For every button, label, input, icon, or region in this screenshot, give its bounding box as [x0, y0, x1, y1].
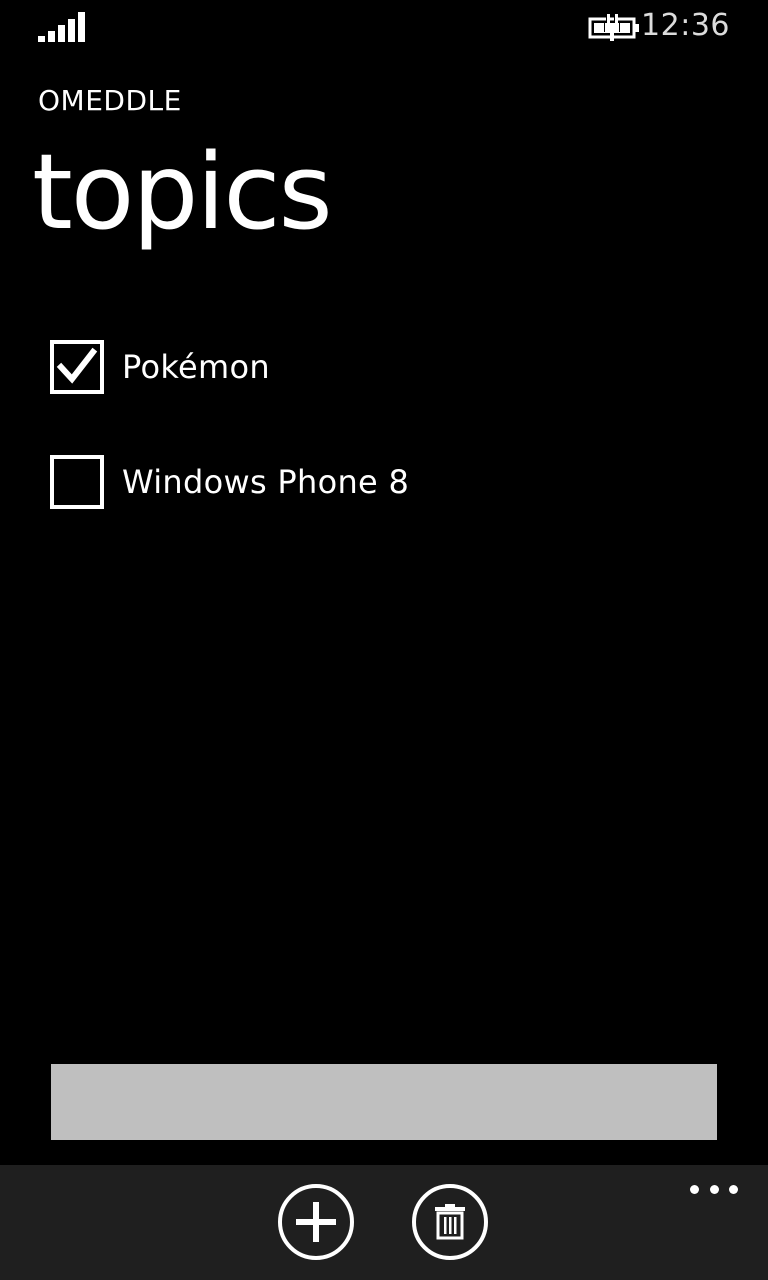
topic-checkbox-windows-phone-8[interactable] [50, 455, 104, 509]
delete-icon [435, 1204, 465, 1240]
app-title: OMEDDLE [38, 84, 182, 117]
signal-strength-icon [38, 12, 85, 42]
app-bar [0, 1165, 768, 1280]
delete-button[interactable] [412, 1184, 488, 1260]
new-topic-input[interactable] [51, 1064, 717, 1140]
topic-label: Windows Phone 8 [122, 463, 410, 501]
checkmark-icon [56, 347, 98, 384]
ellipsis-icon [690, 1184, 699, 1194]
topic-item-windows-phone-8[interactable]: Windows Phone 8 [50, 455, 730, 509]
topic-item-pokemon[interactable]: Pokémon [50, 340, 730, 394]
more-options-button[interactable] [690, 1181, 738, 1197]
topic-list: Pokémon Windows Phone 8 [50, 340, 730, 570]
topic-label: Pokémon [122, 348, 270, 386]
ellipsis-icon [709, 1184, 719, 1194]
add-icon [296, 1202, 336, 1242]
ellipsis-icon [729, 1184, 738, 1194]
clock: 12:36 [641, 8, 730, 43]
page-title: topics [32, 131, 333, 253]
status-bar: 12:36 [0, 0, 768, 56]
topic-checkbox-pokemon[interactable] [50, 340, 104, 394]
add-button[interactable] [278, 1184, 354, 1260]
battery-charging-icon [588, 14, 639, 41]
